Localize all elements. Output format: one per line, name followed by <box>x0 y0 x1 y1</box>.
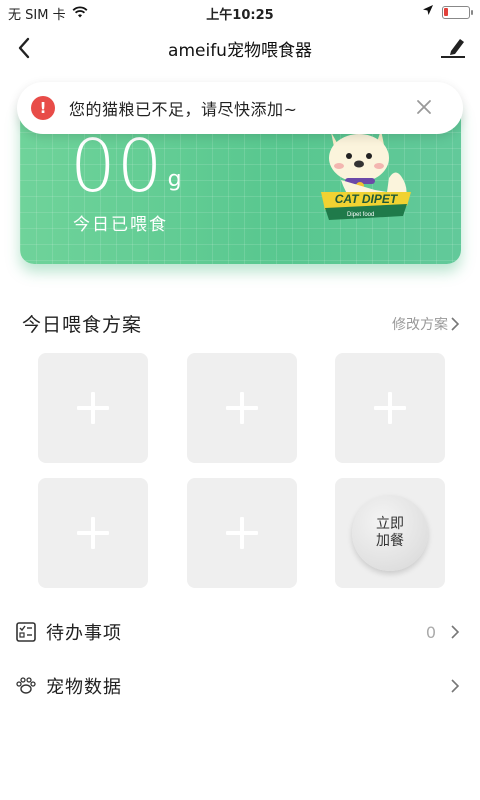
feeding-plan-title: 今日喂食方案 <box>22 314 143 336</box>
status-bar: 无 SIM 卡 上午10:25 <box>0 0 480 26</box>
mascot-brand-text: CAT DIPET <box>335 192 399 206</box>
fed-amount-label: 今日已喂食 <box>73 215 168 235</box>
todo-count: 0 <box>425 622 436 642</box>
plus-icon <box>374 392 406 424</box>
battery-level <box>444 7 448 16</box>
edit-button[interactable] <box>438 32 468 62</box>
checklist-icon <box>14 620 38 644</box>
todo-row[interactable]: 待办事项 0 <box>14 614 466 650</box>
feeding-slot-3[interactable] <box>335 353 445 463</box>
todo-label: 待办事项 <box>46 623 122 644</box>
extra-meal-label-line2: 加餐 <box>376 533 404 549</box>
feeding-slot-5[interactable] <box>187 478 297 588</box>
edit-plan-label: 修改方案 <box>392 317 448 333</box>
fed-amount: 00 g <box>70 130 182 202</box>
pencil-icon <box>441 39 465 58</box>
page-title: ameifu宠物喂食器 <box>168 41 312 61</box>
navigation-bar: ameifu宠物喂食器 <box>0 26 480 70</box>
extra-meal-button[interactable]: 立即 加餐 <box>352 495 428 571</box>
pet-data-label: 宠物数据 <box>46 677 122 698</box>
status-right <box>422 4 473 20</box>
extra-meal-label-line1: 立即 <box>376 516 404 532</box>
pet-data-right <box>450 678 460 694</box>
pet-data-row[interactable]: 宠物数据 <box>14 668 466 704</box>
plus-icon <box>226 392 258 424</box>
cat-mascot-illustration: CAT DIPET Dipet food <box>321 130 411 220</box>
edit-plan-link[interactable]: 修改方案 <box>392 314 460 334</box>
feeding-slot-2[interactable] <box>187 353 297 463</box>
chevron-right-icon <box>451 317 460 331</box>
todo-right: 0 <box>426 623 460 642</box>
plus-icon <box>77 392 109 424</box>
plus-icon <box>77 517 109 549</box>
warning-icon: ! <box>31 96 55 120</box>
location-arrow-icon <box>422 4 434 20</box>
battery-icon <box>442 5 473 19</box>
extra-meal-tile: 立即 加餐 <box>335 478 445 588</box>
feeding-slot-4[interactable] <box>38 478 148 588</box>
mascot-subbrand-text: Dipet food <box>347 212 374 218</box>
alert-message: 您的猫粮已不足，请尽快添加~ <box>69 100 298 119</box>
plus-icon <box>226 517 258 549</box>
fed-amount-value: 00 <box>70 124 164 208</box>
close-icon <box>417 100 431 114</box>
low-food-alert: ! 您的猫粮已不足，请尽快添加~ <box>17 82 463 134</box>
alert-close-button[interactable] <box>411 94 437 120</box>
chevron-right-icon <box>451 679 460 693</box>
feeding-slot-1[interactable] <box>38 353 148 463</box>
feeding-plan-header: 今日喂食方案 修改方案 <box>20 310 460 338</box>
paw-icon <box>14 674 38 698</box>
chevron-right-icon <box>451 625 460 639</box>
fed-amount-unit: g <box>167 167 182 192</box>
status-time: 上午10:25 <box>206 8 274 23</box>
